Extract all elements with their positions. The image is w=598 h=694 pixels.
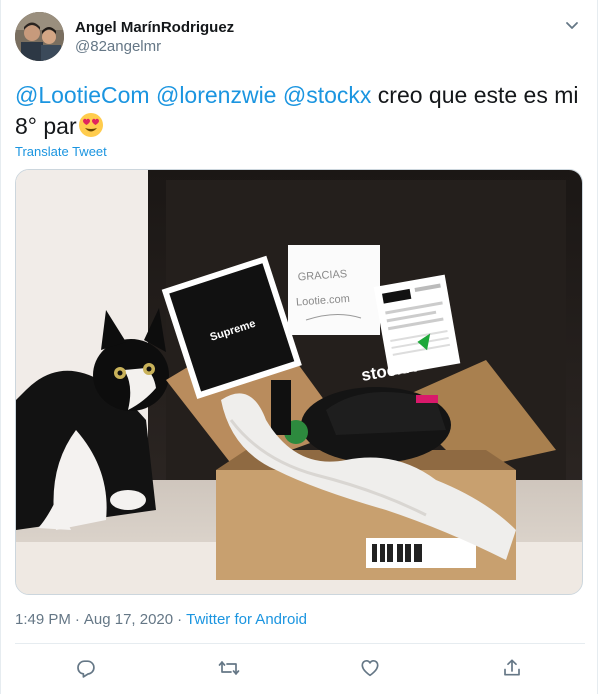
tweet-card: Angel MarínRodriguez @82angelmr @LootieC… [0,0,598,694]
chevron-down-icon[interactable] [561,14,583,36]
mention-stockx[interactable]: @stockx [283,82,372,108]
user-handle[interactable]: @82angelmr [75,38,161,55]
heart-icon[interactable] [357,655,383,681]
mention-lootiecom[interactable]: @LootieCom [15,82,150,108]
divider [15,643,585,644]
meta-separator: · [177,611,183,628]
tweet-photo[interactable]: Supreme GRACIAS Lootie.com stockX [15,169,583,595]
meta-separator: · [74,611,80,628]
tweet-time[interactable]: 1:49 PM [15,611,71,628]
display-name[interactable]: Angel MarínRodriguez [75,19,234,36]
share-icon[interactable] [499,655,525,681]
action-bar [15,653,585,683]
translate-tweet-link[interactable]: Translate Tweet [15,144,107,159]
reply-icon[interactable] [73,655,99,681]
tweet-meta: 1:49 PM · Aug 17, 2020 · Twitter for Android [15,611,307,628]
tweet-header: Angel MarínRodriguez @82angelmr [15,12,585,62]
heart-eyes-emoji-icon [78,112,104,138]
tweet-text: @LootieCom @lorenzwie @stockx creo que e… [15,80,585,142]
avatar[interactable] [15,12,64,61]
retweet-icon[interactable] [216,655,242,681]
tweet-date[interactable]: Aug 17, 2020 [84,611,173,628]
mention-lorenzwie[interactable]: @lorenzwie [156,82,277,108]
tweet-source[interactable]: Twitter for Android [186,611,307,628]
